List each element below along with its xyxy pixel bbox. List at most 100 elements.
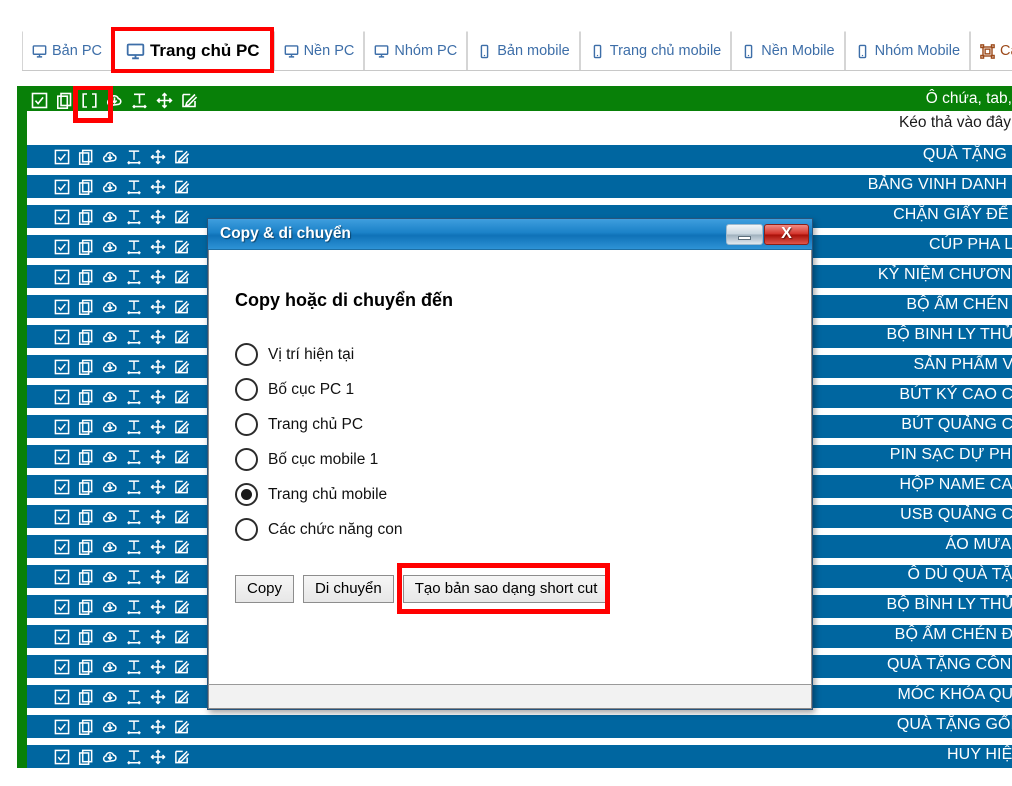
list-header-row[interactable]: Ô chứa, tab, s <box>27 86 1012 123</box>
row-text-width-icon[interactable] <box>126 629 142 645</box>
row-edit-icon[interactable] <box>174 389 190 405</box>
tab-các-chức-năng-con[interactable]: Các chức năng con <box>970 31 1012 70</box>
row-text-width-icon[interactable] <box>126 299 142 315</box>
row-copy-icon[interactable] <box>78 449 94 465</box>
row-edit-icon[interactable] <box>174 179 190 195</box>
row-cloud-download-icon[interactable] <box>102 599 118 615</box>
row-text-width-icon[interactable] <box>126 179 142 195</box>
row-text-width-icon[interactable] <box>126 599 142 615</box>
radio-button-icon[interactable] <box>235 518 258 541</box>
row-move-icon[interactable] <box>150 178 166 195</box>
row-text-width-icon[interactable] <box>126 749 142 765</box>
row-checkbox-checked-icon[interactable] <box>54 149 70 165</box>
row-copy-icon[interactable] <box>78 719 94 735</box>
tab-bản-mobile[interactable]: Bản mobile <box>467 31 580 70</box>
row-checkbox-checked-icon[interactable] <box>54 359 70 375</box>
row-cloud-download-icon[interactable] <box>102 239 118 255</box>
row-text-width-icon[interactable] <box>126 539 142 555</box>
tab-bản-pc[interactable]: Bản PC <box>22 31 112 70</box>
row-text-width-icon[interactable] <box>126 269 142 285</box>
row-edit-icon[interactable] <box>174 509 190 525</box>
row-text-width-icon[interactable] <box>126 509 142 525</box>
row-edit-icon[interactable] <box>174 749 190 765</box>
row-move-icon[interactable] <box>150 508 166 525</box>
row-text-width-icon[interactable] <box>126 149 142 165</box>
radio-option-bố-cục-mobile-1[interactable]: Bố cục mobile 1 <box>235 442 811 477</box>
row-text-width-icon[interactable] <box>126 719 142 735</box>
row-edit-icon[interactable] <box>174 599 190 615</box>
row-cloud-download-icon[interactable] <box>102 509 118 525</box>
row-checkbox-checked-icon[interactable] <box>54 449 70 465</box>
table-row[interactable]: BẢNG VINH DANH G <box>27 175 1012 198</box>
row-cloud-download-icon[interactable] <box>102 329 118 345</box>
dialog-title-bar[interactable]: Copy & di chuyển X <box>208 219 812 250</box>
row-edit-icon[interactable] <box>174 269 190 285</box>
row-copy-icon[interactable] <box>78 239 94 255</box>
row-edit-icon[interactable] <box>174 299 190 315</box>
close-button[interactable]: X <box>764 223 809 245</box>
row-move-icon[interactable] <box>150 238 166 255</box>
row-copy-icon[interactable] <box>78 599 94 615</box>
row-edit-icon[interactable] <box>174 359 190 375</box>
row-cloud-download-icon[interactable] <box>102 659 118 675</box>
row-copy-icon[interactable] <box>78 659 94 675</box>
row-move-icon[interactable] <box>150 358 166 375</box>
row-copy-icon[interactable] <box>78 569 94 585</box>
row-checkbox-checked-icon[interactable] <box>54 329 70 345</box>
row-text-width-icon[interactable] <box>126 329 142 345</box>
row-copy-icon[interactable] <box>78 479 94 495</box>
row-edit-icon[interactable] <box>174 419 190 435</box>
row-edit-icon[interactable] <box>174 719 190 735</box>
radio-option-vị-trí-hiện-tại[interactable]: Vị trí hiện tại <box>235 337 811 372</box>
row-checkbox-checked-icon[interactable] <box>54 689 70 705</box>
row-cloud-download-icon[interactable] <box>102 719 118 735</box>
row-text-width-icon[interactable] <box>126 209 142 225</box>
row-edit-icon[interactable] <box>174 149 190 165</box>
tab-nền-pc[interactable]: Nền PC <box>273 31 365 70</box>
row-cloud-download-icon[interactable] <box>102 359 118 375</box>
header-move-icon[interactable] <box>156 91 173 109</box>
row-move-icon[interactable] <box>150 658 166 675</box>
radio-option-trang-chủ-pc[interactable]: Trang chủ PC <box>235 407 811 442</box>
row-move-icon[interactable] <box>150 388 166 405</box>
row-text-width-icon[interactable] <box>126 479 142 495</box>
row-text-width-icon[interactable] <box>126 359 142 375</box>
row-cloud-download-icon[interactable] <box>102 689 118 705</box>
table-row[interactable]: HUY HIỆU <box>27 745 1012 768</box>
move-button[interactable]: Di chuyển <box>303 575 394 603</box>
header-edit-icon[interactable] <box>181 92 198 109</box>
row-text-width-icon[interactable] <box>126 569 142 585</box>
row-move-icon[interactable] <box>150 688 166 705</box>
row-checkbox-checked-icon[interactable] <box>54 749 70 765</box>
radio-button-icon[interactable] <box>235 483 258 506</box>
row-checkbox-checked-icon[interactable] <box>54 419 70 435</box>
row-checkbox-checked-icon[interactable] <box>54 179 70 195</box>
row-move-icon[interactable] <box>150 298 166 315</box>
row-cloud-download-icon[interactable] <box>102 419 118 435</box>
table-row[interactable]: QUÀ TẶNG GỐM <box>27 715 1012 738</box>
row-move-icon[interactable] <box>150 208 166 225</box>
row-edit-icon[interactable] <box>174 569 190 585</box>
row-edit-icon[interactable] <box>174 449 190 465</box>
row-checkbox-checked-icon[interactable] <box>54 599 70 615</box>
row-edit-icon[interactable] <box>174 209 190 225</box>
row-cloud-download-icon[interactable] <box>102 569 118 585</box>
row-checkbox-checked-icon[interactable] <box>54 269 70 285</box>
row-copy-icon[interactable] <box>78 749 94 765</box>
row-cloud-download-icon[interactable] <box>102 749 118 765</box>
row-checkbox-checked-icon[interactable] <box>54 719 70 735</box>
row-cloud-download-icon[interactable] <box>102 449 118 465</box>
tab-trang-chủ-pc[interactable]: Trang chủ PC <box>111 31 274 70</box>
radio-option-trang-chủ-mobile[interactable]: Trang chủ mobile <box>235 477 811 512</box>
row-copy-icon[interactable] <box>78 419 94 435</box>
tab-nhóm-pc[interactable]: Nhóm PC <box>364 31 468 70</box>
row-copy-icon[interactable] <box>78 209 94 225</box>
tab-nhóm-mobile[interactable]: Nhóm Mobile <box>844 31 971 70</box>
radio-button-icon[interactable] <box>235 343 258 366</box>
row-checkbox-checked-icon[interactable] <box>54 239 70 255</box>
row-text-width-icon[interactable] <box>126 659 142 675</box>
row-checkbox-checked-icon[interactable] <box>54 569 70 585</box>
row-edit-icon[interactable] <box>174 539 190 555</box>
row-cloud-download-icon[interactable] <box>102 539 118 555</box>
radio-button-icon[interactable] <box>235 378 258 401</box>
